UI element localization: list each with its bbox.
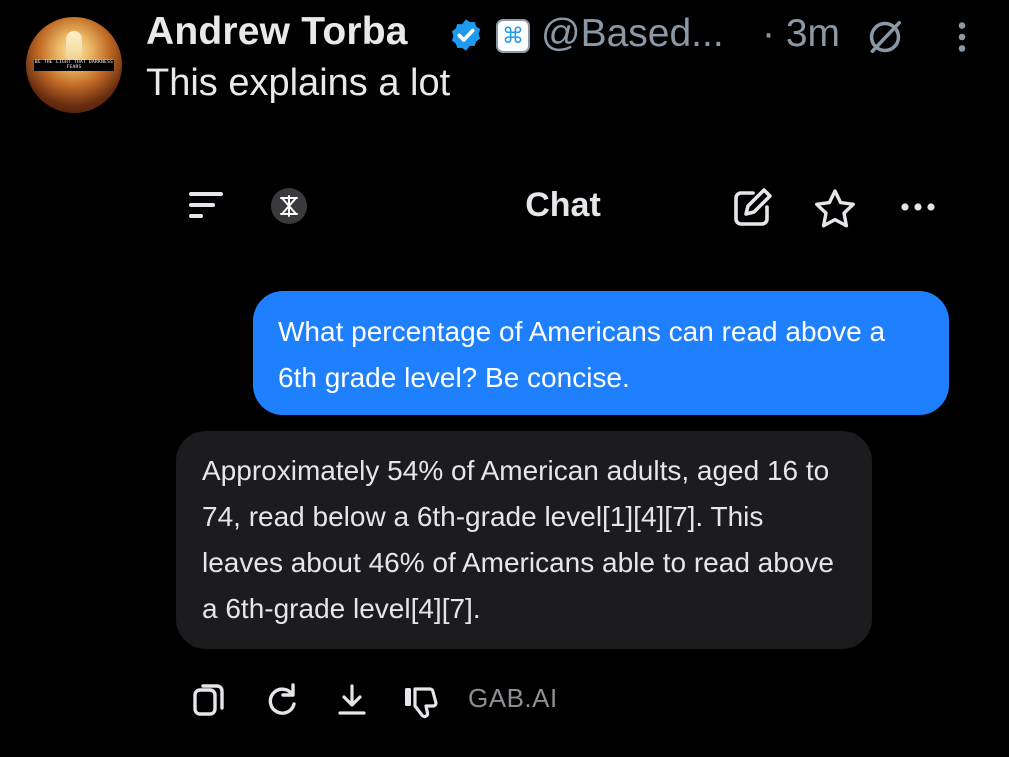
download-icon[interactable] — [332, 680, 372, 720]
post-text: This explains a lot — [146, 62, 451, 104]
star-icon[interactable] — [812, 187, 858, 231]
verified-badge-icon — [451, 19, 481, 51]
copy-icon[interactable] — [190, 680, 230, 720]
ai-message-bubble: Approximately 54% of American adults, ag… — [176, 431, 872, 649]
author-name[interactable]: Andrew Torba — [146, 10, 408, 54]
avatar[interactable]: BE THE LIGHT THAT DARKNESS FEARS — [26, 17, 122, 113]
ai-message-text: Approximately 54% of American adults, ag… — [202, 455, 834, 624]
avatar-figure — [66, 31, 82, 59]
brand-label: GAB.AI — [468, 683, 558, 713]
user-message-bubble: What percentage of Americans can read ab… — [253, 291, 949, 415]
regenerate-icon[interactable] — [262, 680, 302, 720]
post-time[interactable]: · 3m — [762, 12, 840, 56]
dislike-icon[interactable] — [402, 680, 442, 720]
user-message-text: What percentage of Americans can read ab… — [278, 316, 886, 393]
affiliate-badge-icon[interactable]: ⌘ — [496, 19, 530, 53]
grok-icon[interactable] — [866, 18, 904, 56]
author-handle[interactable]: @Based... — [541, 12, 724, 56]
edit-icon[interactable] — [729, 185, 775, 231]
screenshot-root: BE THE LIGHT THAT DARKNESS FEARS Andrew … — [0, 0, 1009, 757]
kebab-menu-icon[interactable] — [948, 18, 976, 56]
more-icon[interactable] — [897, 196, 939, 218]
avatar-caption: BE THE LIGHT THAT DARKNESS FEARS — [34, 60, 114, 71]
